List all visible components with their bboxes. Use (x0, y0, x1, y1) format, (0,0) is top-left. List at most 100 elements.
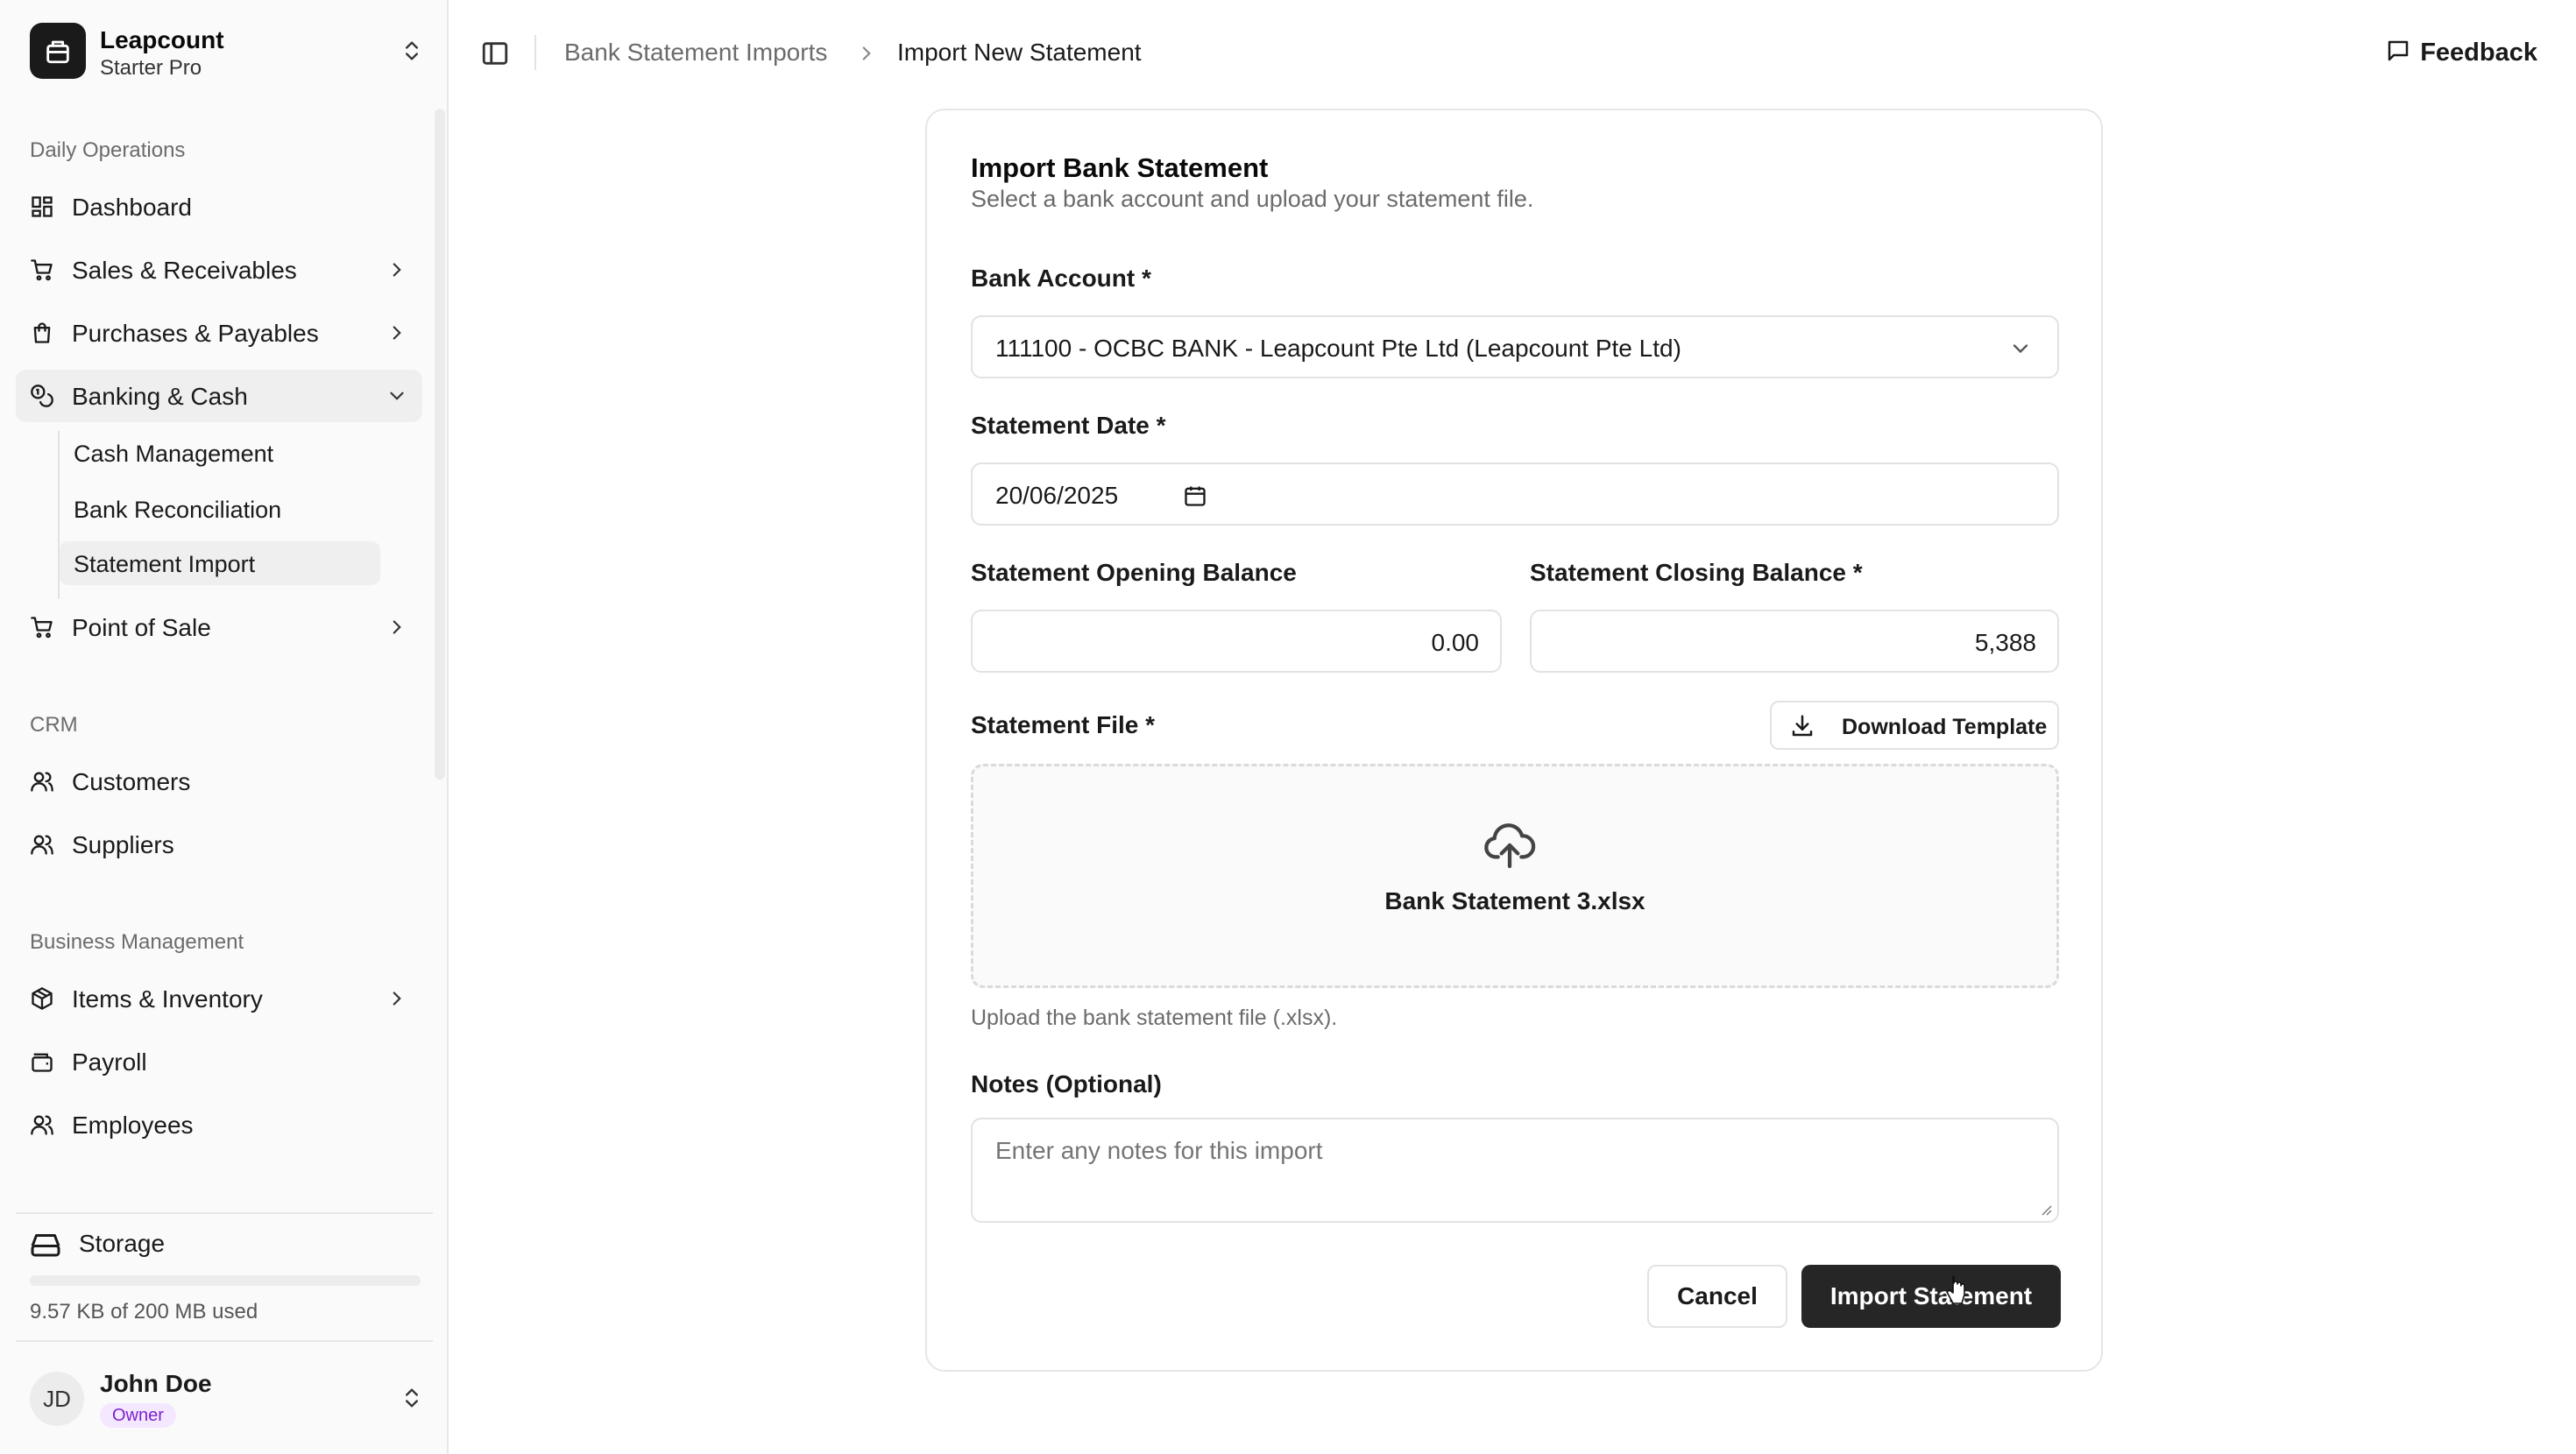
sidebar-item-label: Point of Sale (72, 614, 211, 641)
sidebar-item-suppliers[interactable]: Suppliers (16, 818, 422, 871)
sidebar-subitem-statement-import[interactable]: Statement Import (60, 541, 380, 585)
feedback-label: Feedback (2420, 38, 2537, 67)
download-template-button[interactable]: Download Template (1770, 701, 2059, 750)
chevron-right-icon (386, 616, 408, 639)
sidebar-toggle-button[interactable] (480, 39, 510, 68)
import-statement-button[interactable]: Import Statement (1801, 1265, 2061, 1328)
org-logo (30, 23, 86, 79)
sidebar-subitem-bank-reconciliation[interactable]: Bank Reconciliation (60, 487, 380, 531)
uploaded-file-name: Bank Statement 3.xlsx (1384, 887, 1645, 914)
sidebar-subitem-cash-management[interactable]: Cash Management (60, 431, 380, 475)
coins-icon (30, 384, 54, 408)
resize-handle-icon[interactable] (2040, 1203, 2052, 1216)
mouse-pointer-icon (1945, 1275, 1968, 1305)
sidebar-subitem-label: Bank Reconciliation (74, 497, 282, 523)
notes-textarea[interactable]: Enter any notes for this import (971, 1118, 2059, 1223)
topbar-separator (534, 35, 536, 70)
notes-placeholder: Enter any notes for this import (995, 1137, 1323, 1164)
sidebar-item-label: Employees (72, 1112, 194, 1139)
shopping-bag-icon (30, 321, 54, 345)
upload-cloud-icon (1482, 817, 1538, 873)
bank-account-label: Bank Account * (971, 265, 1151, 292)
bank-account-value: 111100 - OCBC BANK - Leapcount Pte Ltd (… (995, 335, 1681, 362)
sidebar-item-label: Customers (72, 768, 191, 795)
sidebar-item-label: Purchases & Payables (72, 320, 319, 347)
chevrons-up-down-icon (400, 39, 424, 67)
hard-drive-icon (30, 1232, 61, 1262)
group-label-business-management: Business Management (30, 930, 244, 954)
sidebar-item-sales-receivables[interactable]: Sales & Receivables (16, 244, 422, 296)
chevron-down-icon (2008, 336, 2033, 361)
group-label-crm: CRM (30, 713, 78, 737)
opening-balance-value: 0.00 (1431, 629, 1480, 656)
statement-date-value: 20/06/2025 (995, 482, 1119, 509)
bank-account-select[interactable]: 111100 - OCBC BANK - Leapcount Pte Ltd (… (971, 315, 2059, 378)
org-switcher[interactable]: Leapcount Starter Pro (30, 23, 424, 84)
breadcrumb-link[interactable]: Bank Statement Imports (564, 39, 827, 67)
chevron-right-icon (386, 987, 408, 1010)
wallet-icon (30, 1049, 54, 1074)
users-icon (30, 1112, 54, 1137)
file-help-text: Upload the bank statement file (.xlsx). (971, 1006, 1338, 1030)
storage-usage-text: 9.57 KB of 200 MB used (30, 1300, 258, 1323)
card-description: Select a bank account and upload your st… (971, 186, 1534, 212)
sidebar-item-purchases-payables[interactable]: Purchases & Payables (16, 307, 422, 359)
chevrons-up-down-icon (400, 1386, 424, 1415)
download-template-label: Download Template (1842, 715, 2048, 739)
chevron-right-icon (386, 321, 408, 344)
sidebar-item-label: Suppliers (72, 831, 174, 858)
sidebar-item-label: Sales & Receivables (72, 257, 297, 284)
panel-left-icon (480, 42, 510, 72)
opening-balance-input[interactable]: 0.00 (971, 610, 1502, 673)
sidebar-item-banking-cash[interactable]: Banking & Cash (16, 370, 422, 422)
sidebar-item-payroll[interactable]: Payroll (16, 1035, 422, 1088)
sidebar-item-dashboard[interactable]: Dashboard (16, 180, 422, 233)
sidebar-item-label: Banking & Cash (72, 383, 248, 410)
sidebar-item-point-of-sale[interactable]: Point of Sale (16, 601, 422, 653)
message-square-icon (2385, 38, 2411, 68)
feedback-button[interactable]: Feedback (2385, 33, 2537, 72)
sidebar-subitem-label: Cash Management (74, 441, 274, 467)
sidebar-item-employees[interactable]: Employees (16, 1098, 422, 1151)
download-icon (1789, 713, 1815, 739)
cancel-button[interactable]: Cancel (1647, 1265, 1787, 1328)
sidebar-scrollbar[interactable] (435, 109, 445, 780)
sidebar-divider (16, 1340, 433, 1342)
sidebar-item-items-inventory[interactable]: Items & Inventory (16, 972, 422, 1025)
closing-balance-label: Statement Closing Balance * (1530, 559, 1863, 586)
org-name: Leapcount (100, 26, 224, 53)
sidebar-item-label: Dashboard (72, 194, 192, 221)
sidebar-item-customers[interactable]: Customers (16, 755, 422, 808)
group-label-daily-operations: Daily Operations (30, 138, 186, 162)
statement-date-label: Statement Date * (971, 412, 1166, 439)
avatar: JD (30, 1372, 84, 1426)
statement-date-input[interactable]: 20/06/2025 (971, 462, 2059, 526)
sidebar-subitem-label: Statement Import (74, 551, 256, 577)
storage-row: Storage (30, 1228, 415, 1263)
user-name: John Doe (100, 1370, 212, 1397)
notes-label: Notes (Optional) (971, 1070, 1162, 1098)
storage-label: Storage (79, 1230, 166, 1257)
sidebar: Leapcount Starter Pro Daily Operations D… (0, 0, 449, 1454)
sidebar-item-label: Payroll (72, 1048, 147, 1076)
sidebar-divider (16, 1212, 433, 1214)
import-statement-card: Import Bank Statement Select a bank acco… (925, 109, 2103, 1372)
package-icon (30, 986, 54, 1011)
org-plan: Starter Pro (100, 56, 202, 80)
role-badge: Owner (100, 1403, 176, 1428)
breadcrumb-current: Import New Statement (897, 39, 1142, 66)
file-dropzone[interactable]: Bank Statement 3.xlsx (971, 764, 2059, 988)
opening-balance-label: Statement Opening Balance (971, 559, 1297, 586)
users-icon (30, 832, 54, 857)
closing-balance-value: 5,388 (1974, 629, 2036, 656)
calendar-icon[interactable] (1183, 483, 1207, 508)
closing-balance-input[interactable]: 5,388 (1530, 610, 2059, 673)
cart-icon (30, 258, 54, 282)
storage-progress (30, 1275, 421, 1286)
sidebar-item-label: Items & Inventory (72, 985, 263, 1013)
chevron-right-icon (386, 258, 408, 281)
user-menu[interactable]: JD John Doe Owner (30, 1368, 424, 1431)
card-title: Import Bank Statement (971, 152, 1269, 183)
cart-icon (30, 615, 54, 639)
chevron-right-icon (855, 42, 878, 65)
